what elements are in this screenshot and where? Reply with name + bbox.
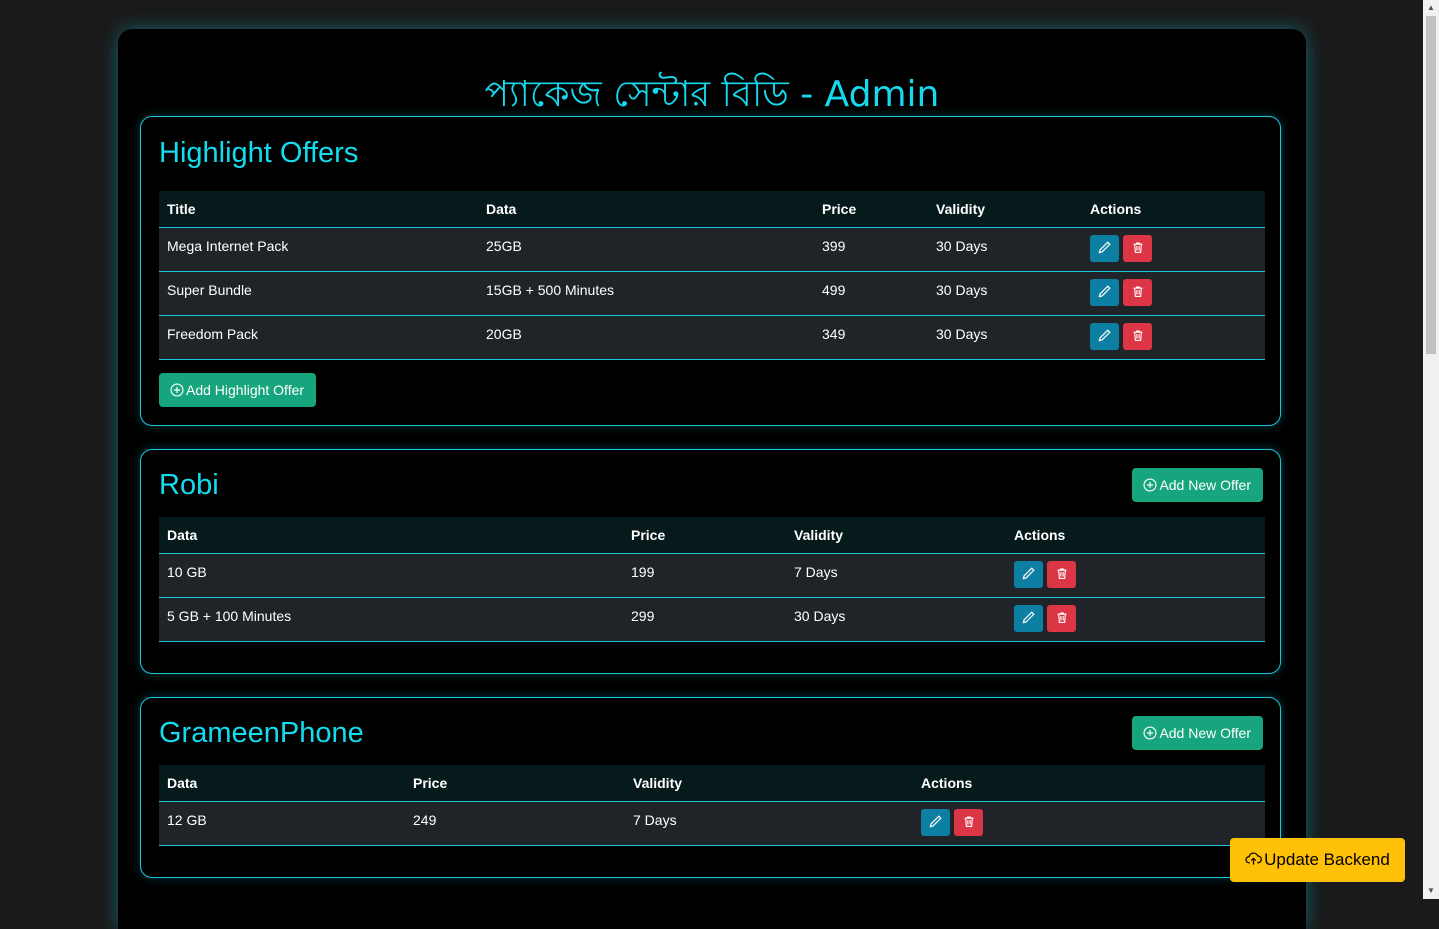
offer-data: 25GB	[478, 227, 814, 272]
offer-title: Super Bundle	[159, 271, 478, 316]
trash-icon	[1057, 568, 1066, 579]
table-row: 12 GB 249 7 Days	[159, 801, 1265, 846]
column-header-price: Price	[814, 191, 928, 228]
row-actions	[1082, 227, 1265, 272]
edit-button[interactable]	[1090, 322, 1119, 350]
highlight-offers-card: Highlight Offers Title Data Price Validi…	[140, 116, 1281, 426]
offer-data: 20GB	[478, 315, 814, 360]
column-header-price: Price	[405, 765, 625, 802]
column-header-actions: Actions	[1082, 191, 1265, 228]
plus-circle-icon	[170, 383, 184, 397]
offer-validity: 30 Days	[786, 597, 1006, 642]
add-highlight-offer-button[interactable]: Add Highlight Offer	[159, 373, 317, 407]
offer-title: Freedom Pack	[159, 315, 478, 360]
row-actions	[1006, 553, 1265, 598]
row-actions	[1006, 597, 1265, 642]
trash-icon	[1133, 330, 1142, 341]
offer-title: Mega Internet Pack	[159, 227, 478, 272]
page-scrollbar[interactable]: ▲ ▼	[1423, 0, 1439, 899]
robi-title: Robi	[159, 469, 219, 501]
pencil-icon	[1022, 611, 1035, 624]
table-row: 5 GB + 100 Minutes 299 30 Days	[159, 597, 1265, 642]
table-row: Super Bundle 15GB + 500 Minutes 499 30 D…	[159, 271, 1265, 316]
column-header-validity: Validity	[625, 765, 913, 802]
offer-price: 349	[814, 315, 928, 360]
column-header-price: Price	[623, 517, 786, 554]
offer-price: 249	[405, 801, 625, 846]
offer-data: 5 GB + 100 Minutes	[159, 597, 623, 642]
delete-button[interactable]	[1047, 604, 1076, 632]
trash-icon	[964, 816, 973, 827]
grameenphone-table: Data Price Validity Actions 12 GB 249 7 …	[159, 765, 1265, 846]
table-row: Mega Internet Pack 25GB 399 30 Days	[159, 227, 1265, 272]
delete-button[interactable]	[1047, 560, 1076, 588]
row-actions	[1082, 315, 1265, 360]
offer-data: 15GB + 500 Minutes	[478, 271, 814, 316]
pencil-icon	[1098, 329, 1111, 342]
pencil-icon	[1022, 567, 1035, 580]
column-header-validity: Validity	[928, 191, 1082, 228]
table-header-row: Title Data Price Validity Actions	[159, 191, 1265, 228]
update-backend-label: Update Backend	[1264, 850, 1390, 869]
page-title: প্যাকেজ সেন্টার বিডি - Admin	[484, 74, 940, 115]
plus-circle-icon	[1143, 726, 1157, 740]
scroll-up-arrow-icon[interactable]: ▲	[1423, 0, 1439, 16]
edit-button[interactable]	[1014, 604, 1043, 632]
cloud-upload-icon	[1245, 852, 1263, 865]
offer-validity: 30 Days	[928, 315, 1082, 360]
offer-price: 199	[623, 553, 786, 598]
offer-validity: 30 Days	[928, 271, 1082, 316]
grameenphone-card: GrameenPhone Add New Offer Data Price Va…	[140, 697, 1281, 878]
table-header-row: Data Price Validity Actions	[159, 517, 1265, 554]
grameenphone-title: GrameenPhone	[159, 717, 364, 749]
robi-add-offer-button[interactable]: Add New Offer	[1132, 468, 1263, 502]
offer-validity: 30 Days	[928, 227, 1082, 272]
pencil-icon	[929, 815, 942, 828]
column-header-actions: Actions	[1006, 517, 1265, 554]
table-row: Freedom Pack 20GB 349 30 Days	[159, 315, 1265, 360]
column-header-validity: Validity	[786, 517, 1006, 554]
offer-data: 10 GB	[159, 553, 623, 598]
offer-price: 299	[623, 597, 786, 642]
edit-button[interactable]	[1090, 278, 1119, 306]
edit-button[interactable]	[921, 808, 950, 836]
delete-button[interactable]	[1123, 234, 1152, 262]
delete-button[interactable]	[1123, 278, 1152, 306]
trash-icon	[1057, 612, 1066, 623]
column-header-title: Title	[159, 191, 478, 228]
delete-button[interactable]	[954, 808, 983, 836]
robi-card: Robi Add New Offer Data Price Validity A…	[140, 449, 1281, 674]
edit-button[interactable]	[1090, 234, 1119, 262]
trash-icon	[1133, 242, 1142, 253]
add-highlight-offer-label: Add Highlight Offer	[186, 382, 305, 398]
edit-button[interactable]	[1014, 560, 1043, 588]
scroll-down-arrow-icon[interactable]: ▼	[1423, 883, 1439, 899]
delete-button[interactable]	[1123, 322, 1152, 350]
pencil-icon	[1098, 285, 1111, 298]
table-row: 10 GB 199 7 Days	[159, 553, 1265, 598]
scroll-thumb[interactable]	[1426, 16, 1436, 354]
robi-table: Data Price Validity Actions 10 GB 199 7 …	[159, 517, 1265, 642]
trash-icon	[1133, 286, 1142, 297]
row-actions	[913, 801, 1265, 846]
robi-add-offer-label: Add New Offer	[1159, 477, 1251, 493]
offer-price: 399	[814, 227, 928, 272]
column-header-actions: Actions	[913, 765, 1265, 802]
offer-data: 12 GB	[159, 801, 405, 846]
column-header-data: Data	[159, 517, 623, 554]
pencil-icon	[1098, 241, 1111, 254]
plus-circle-icon	[1143, 478, 1157, 492]
column-header-data: Data	[159, 765, 405, 802]
column-header-data: Data	[478, 191, 814, 228]
grameenphone-add-offer-label: Add New Offer	[1159, 725, 1251, 741]
update-backend-button[interactable]: Update Backend	[1230, 838, 1405, 882]
grameenphone-add-offer-button[interactable]: Add New Offer	[1132, 716, 1263, 750]
offer-validity: 7 Days	[786, 553, 1006, 598]
table-header-row: Data Price Validity Actions	[159, 765, 1265, 802]
highlight-offers-table: Title Data Price Validity Actions Mega I…	[159, 191, 1265, 360]
row-actions	[1082, 271, 1265, 316]
highlight-offers-title: Highlight Offers	[159, 137, 359, 169]
offer-validity: 7 Days	[625, 801, 913, 846]
offer-price: 499	[814, 271, 928, 316]
